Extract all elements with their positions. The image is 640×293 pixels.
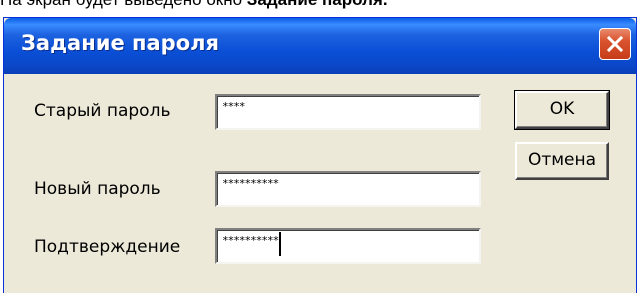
ok-button[interactable]: OK [514, 90, 610, 130]
text-caret [279, 232, 282, 256]
old-password-value: **** [222, 100, 245, 113]
close-button[interactable] [599, 28, 631, 60]
old-password-label: Старый пароль [34, 101, 171, 121]
new-password-value: ********** [222, 177, 279, 190]
new-password-label: Новый пароль [34, 179, 161, 199]
password-dialog: Задание пароля Старый пароль **** Новый … [3, 17, 637, 293]
page-caption: На экран будет выведено окно Задание пар… [0, 0, 640, 10]
confirm-password-input[interactable]: ********** [215, 228, 481, 264]
old-password-input[interactable]: **** [215, 94, 481, 130]
cancel-button[interactable]: Отмена [515, 142, 609, 180]
confirm-password-label: Подтверждение [34, 237, 181, 257]
close-icon [606, 35, 624, 53]
caption-prefix: На экран будет выведено окно [0, 0, 247, 9]
dialog-title: Задание пароля [21, 31, 220, 55]
caption-bold: Задание пароля. [247, 0, 388, 9]
title-bar[interactable]: Задание пароля [4, 18, 636, 74]
new-password-input[interactable]: ********** [215, 171, 481, 207]
confirm-password-value: ********** [222, 234, 279, 247]
